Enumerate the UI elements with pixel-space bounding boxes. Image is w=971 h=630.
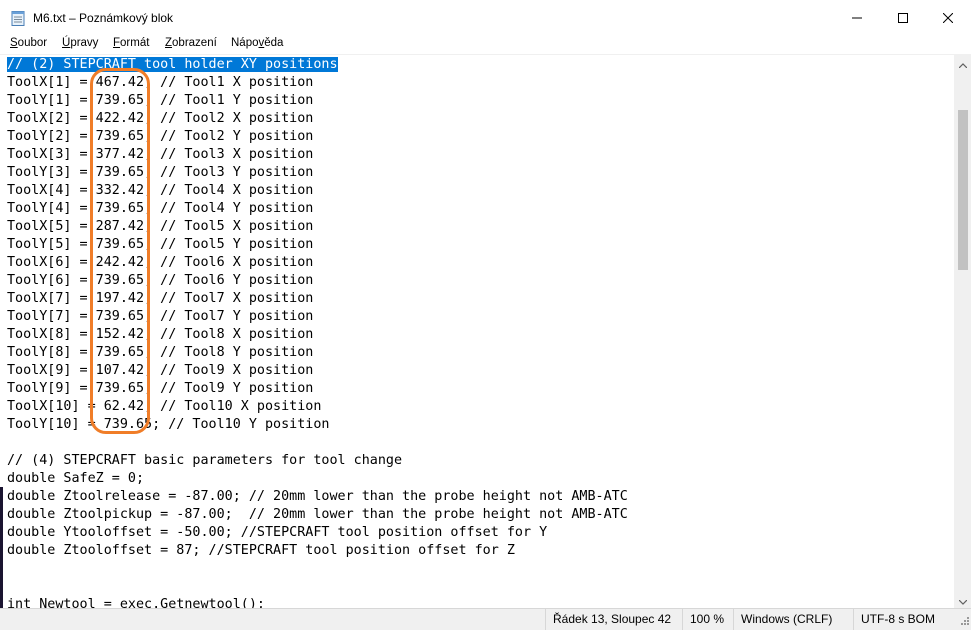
menu-hotkey: F: [113, 37, 121, 49]
editor-line[interactable]: ToolX[10] = 62.42; // Tool10 X position: [7, 398, 628, 416]
editor-line[interactable]: ToolX[1] = 467.42; // Tool1 X position: [7, 74, 628, 92]
window-title: M6.txt – Poznámkový blok: [33, 11, 174, 25]
editor-line[interactable]: ToolY[10] = 739.65; // Tool10 Y position: [7, 416, 628, 434]
status-zoom: 100 %: [682, 609, 733, 630]
line-text: // (4) STEPCRAFT basic parameters for to…: [7, 453, 403, 468]
line-text: ToolX[4] = 332.42; // Tool4 X position: [7, 183, 314, 198]
editor-line[interactable]: double Ztoolrelease = -87.00; // 20mm lo…: [7, 488, 628, 506]
line-text: ToolY[3] = 739.65; // Tool3 Y position: [7, 165, 314, 180]
menu-bar: Soubor Úpravy Formát Zobrazení Nápověda: [0, 36, 971, 54]
scrollbar-thumb[interactable]: [958, 110, 968, 270]
chevron-up-icon: [958, 53, 967, 72]
menu-label-pre: Nápo: [231, 37, 259, 49]
editor-line[interactable]: ToolY[6] = 739.65; // Tool6 Y position: [7, 272, 628, 290]
line-text: double SafeZ = 0;: [7, 471, 145, 486]
editor-line[interactable]: ToolX[5] = 287.42; // Tool5 X position: [7, 218, 628, 236]
maximize-button[interactable]: [880, 0, 926, 36]
line-text: double Ytooloffset = -50.00; //STEPCRAFT…: [7, 525, 548, 540]
editor-line[interactable]: ToolY[2] = 739.65; // Tool2 Y position: [7, 128, 628, 146]
line-text: ToolY[2] = 739.65; // Tool2 Y position: [7, 129, 314, 144]
editor-line[interactable]: ToolY[3] = 739.65; // Tool3 Y position: [7, 164, 628, 182]
line-text: ToolX[9] = 107.42; // Tool9 X position: [7, 363, 314, 378]
notepad-icon: [11, 10, 25, 26]
vertical-scrollbar[interactable]: [954, 54, 971, 608]
line-text: ToolX[1] = 467.42; // Tool1 X position: [7, 75, 314, 90]
editor-line[interactable]: ToolY[4] = 739.65; // Tool4 Y position: [7, 200, 628, 218]
editor-line[interactable]: ToolX[2] = 422.42; // Tool2 X position: [7, 110, 628, 128]
editor-line[interactable]: ToolX[9] = 107.42; // Tool9 X position: [7, 362, 628, 380]
line-text: ToolX[10] = 62.42; // Tool10 X position: [7, 399, 322, 414]
close-icon: [943, 13, 953, 23]
menu-label: obrazení: [172, 37, 217, 49]
editor-line[interactable]: ToolX[4] = 332.42; // Tool4 X position: [7, 182, 628, 200]
line-text: ToolY[9] = 739.65; // Tool9 Y position: [7, 381, 314, 396]
status-encoding: UTF-8 s BOM: [853, 609, 971, 630]
menu-hotkey: S: [10, 37, 18, 49]
line-text: ToolY[7] = 739.65; // Tool7 Y position: [7, 309, 314, 324]
editor-line[interactable]: ToolY[8] = 739.65; // Tool8 Y position: [7, 344, 628, 362]
menu-napoveda[interactable]: Nápověda: [231, 37, 283, 49]
chevron-down-icon: [958, 590, 967, 609]
editor-line[interactable]: ToolY[1] = 739.65; // Tool1 Y position: [7, 92, 628, 110]
line-text: ToolY[4] = 739.65; // Tool4 Y position: [7, 201, 314, 216]
menu-label: ěda: [264, 37, 284, 49]
line-text: ToolY[10] = 739.65; // Tool10 Y position: [7, 417, 330, 432]
line-text: ToolX[6] = 242.42; // Tool6 X position: [7, 255, 314, 270]
background-window-edge: [0, 487, 3, 608]
minimize-button[interactable]: [834, 0, 880, 36]
line-text: ToolY[6] = 739.65; // Tool6 Y position: [7, 273, 314, 288]
editor-line[interactable]: [7, 560, 628, 578]
menu-upravy[interactable]: Úpravy: [62, 37, 98, 49]
editor-line[interactable]: double SafeZ = 0;: [7, 470, 628, 488]
minimize-icon: [852, 13, 862, 23]
line-text: double Ztoolrelease = -87.00; // 20mm lo…: [7, 489, 628, 504]
line-text: ToolX[8] = 152.42; // Tool8 X position: [7, 327, 314, 342]
scroll-up-button[interactable]: [954, 54, 971, 71]
menu-label: oubor: [17, 37, 48, 49]
status-cursor-position: Řádek 13, Sloupec 42: [545, 609, 682, 630]
editor-line[interactable]: ToolX[3] = 377.42; // Tool3 X position: [7, 146, 628, 164]
editor-line[interactable]: ToolY[5] = 739.65; // Tool5 Y position: [7, 236, 628, 254]
editor-line[interactable]: // (4) STEPCRAFT basic parameters for to…: [7, 452, 628, 470]
editor-line[interactable]: double Ztooloffset = 87; //STEPCRAFT too…: [7, 542, 628, 560]
editor-line[interactable]: double Ytooloffset = -50.00; //STEPCRAFT…: [7, 524, 628, 542]
line-text: double Ztooloffset = 87; //STEPCRAFT too…: [7, 543, 515, 558]
text-editor[interactable]: // (2) STEPCRAFT tool holder XY position…: [0, 54, 954, 609]
status-line-endings: Windows (CRLF): [733, 609, 853, 630]
menu-soubor[interactable]: Soubor: [10, 37, 47, 49]
line-text: ToolY[5] = 739.65; // Tool5 Y position: [7, 237, 314, 252]
line-text: ToolX[2] = 422.42; // Tool2 X position: [7, 111, 314, 126]
line-text: double Ztoolpickup = -87.00; // 20mm low…: [7, 507, 628, 522]
editor-line[interactable]: ToolY[9] = 739.65; // Tool9 Y position: [7, 380, 628, 398]
maximize-icon: [898, 13, 908, 23]
menu-format[interactable]: Formát: [113, 37, 149, 49]
menu-zobrazeni[interactable]: Zobrazení: [165, 37, 217, 49]
editor-line[interactable]: ToolX[8] = 152.42; // Tool8 X position: [7, 326, 628, 344]
close-button[interactable]: [925, 0, 971, 36]
menu-label: pravy: [70, 37, 99, 49]
line-text: ToolX[3] = 377.42; // Tool3 X position: [7, 147, 314, 162]
editor-line[interactable]: [7, 434, 628, 452]
editor-content[interactable]: // (2) STEPCRAFT tool holder XY position…: [7, 56, 628, 609]
line-text: ToolX[7] = 197.42; // Tool7 X position: [7, 291, 314, 306]
selected-text: // (2) STEPCRAFT tool holder XY position…: [7, 57, 338, 72]
line-text: ToolY[8] = 739.65; // Tool8 Y position: [7, 345, 314, 360]
editor-line[interactable]: ToolY[7] = 739.65; // Tool7 Y position: [7, 308, 628, 326]
editor-line[interactable]: ToolX[6] = 242.42; // Tool6 X position: [7, 254, 628, 272]
editor-line[interactable]: // (2) STEPCRAFT tool holder XY position…: [7, 56, 628, 74]
title-bar: M6.txt – Poznámkový blok: [0, 0, 971, 36]
menu-hotkey: Z: [165, 37, 173, 49]
menu-label: ormát: [120, 37, 150, 49]
line-text: ToolX[5] = 287.42; // Tool5 X position: [7, 219, 314, 234]
line-text: ToolY[1] = 739.65; // Tool1 Y position: [7, 93, 314, 108]
scroll-down-button[interactable]: [954, 591, 971, 608]
editor-line[interactable]: double Ztoolpickup = -87.00; // 20mm low…: [7, 506, 628, 524]
editor-line[interactable]: [7, 578, 628, 596]
resize-grip-icon[interactable]: [959, 614, 969, 628]
status-bar: Řádek 13, Sloupec 42 100 % Windows (CRLF…: [0, 608, 971, 630]
editor-line[interactable]: ToolX[7] = 197.42; // Tool7 X position: [7, 290, 628, 308]
